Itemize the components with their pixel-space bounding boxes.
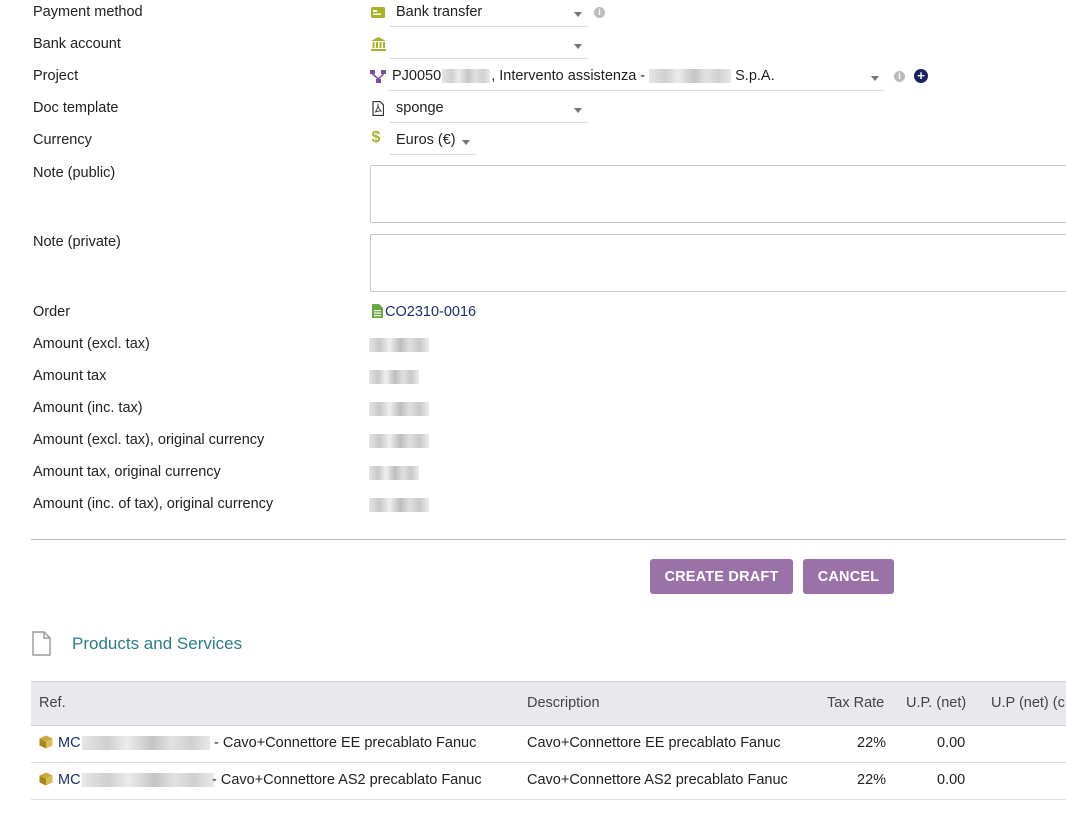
project-selected: PJ0050 , Intervento assistenza - S.p.A. [392,68,775,84]
amount-excl-tax-label: Amount (excl. tax) [33,336,150,352]
column-header-up-net-currency[interactable]: U.P (net) (c [991,695,1065,711]
info-icon[interactable]: i [894,71,905,82]
table-row[interactable]: MC - Cavo+Connettore AS2 precablato Fanu… [31,762,1066,800]
redacted-text [369,370,419,384]
doc-template-selected: sponge [396,100,444,116]
chevron-down-icon [462,140,470,145]
order-document-icon [369,303,385,319]
product-ref-link[interactable]: MC [58,772,215,788]
product-ref-label: - Cavo+Connettore EE precablato Fanuc [214,735,477,751]
product-up-net: 0.00 [937,735,966,751]
product-ref-link[interactable]: MC [58,735,213,751]
amount-inc-tax-orig-label: Amount (inc. of tax), original currency [33,496,274,512]
chevron-down-icon [574,12,582,17]
project-row: Project PJ0050 , Intervento assistenza - S… [0,64,1066,94]
column-header-description[interactable]: Description [527,695,600,711]
product-ref-prefix: MC [58,772,81,788]
product-box-icon [39,735,53,753]
column-header-tax-rate[interactable]: Tax Rate [827,695,884,711]
bank-account-row: Bank account [0,32,1066,62]
amount-inc-tax-label: Amount (inc. tax) [33,400,143,416]
currency-selected: Euros (€) [396,132,456,148]
payment-card-icon [370,4,386,20]
note-private-textarea[interactable] [370,234,1066,292]
bank-account-label: Bank account [33,36,121,52]
pdf-icon [370,100,386,116]
amount-excl-tax-orig-row: Amount (excl. tax), original currency [0,428,1066,458]
info-icon[interactable]: i [594,7,605,18]
doc-template-select[interactable]: sponge [390,96,588,123]
redacted-text [649,69,732,84]
project-company-suffix: S.p.A. [735,68,775,84]
currency-label: Currency [33,132,92,148]
table-header: Ref. Description Tax Rate U.P. (net) U.P… [31,681,1066,726]
redacted-text [369,402,429,416]
payment-method-row: Payment method Bank transfer i [0,0,1066,30]
payment-method-label: Payment method [33,4,143,20]
doc-template-row: Doc template sponge [0,96,1066,126]
bank-account-select[interactable] [390,32,588,59]
order-row: Order CO2310-0016 [0,300,1066,330]
amount-tax-orig-label: Amount tax, original currency [33,464,221,480]
redacted-text [442,69,491,84]
order-label: Order [33,304,71,320]
product-tax-rate: 22% [857,772,887,788]
project-description: , Intervento assistenza - [491,68,646,84]
products-section-title: Products and Services [72,634,243,653]
product-ref-prefix: MC [58,735,81,751]
amount-inc-tax-orig-row: Amount (inc. of tax), original currency [0,492,1066,522]
redacted-text [369,498,429,512]
currency-row: Currency $ Euros (€) [0,128,1066,158]
product-tax-rate: 22% [857,735,887,751]
form-separator [31,539,1066,540]
amount-excl-tax-orig-label: Amount (excl. tax), original currency [33,432,265,448]
redacted-text [81,736,210,751]
order-link[interactable]: CO2310-0016 [385,304,476,320]
payment-method-select[interactable]: Bank transfer [390,0,588,27]
product-ref-label: - Cavo+Connettore AS2 precablato Fanuc [212,772,482,788]
bank-icon [370,36,386,52]
product-description: Cavo+Connettore EE precablato Fanuc [527,735,781,751]
redacted-text [369,434,429,448]
amount-inc-tax-row: Amount (inc. tax) [0,396,1066,426]
note-public-textarea[interactable] [370,165,1066,223]
table-row[interactable]: MC - Cavo+Connettore EE precablato Fanuc… [31,725,1066,763]
chevron-down-icon [574,108,582,113]
project-icon [370,68,386,84]
note-public-label: Note (public) [33,165,116,181]
amount-tax-label: Amount tax [33,368,107,384]
file-icon [32,631,51,659]
dollar-icon: $ [371,129,381,146]
note-private-label: Note (private) [33,234,121,250]
project-label: Project [33,68,79,84]
currency-select[interactable]: Euros (€) [390,128,476,155]
redacted-text [369,466,419,480]
doc-template-label: Doc template [33,100,119,116]
chevron-down-icon [871,76,879,81]
redacted-text [81,773,214,788]
plus-circle-icon[interactable]: + [914,69,928,83]
product-box-icon [39,772,53,790]
amount-tax-orig-row: Amount tax, original currency [0,460,1066,490]
redacted-text [369,338,429,352]
amount-excl-tax-row: Amount (excl. tax) [0,332,1066,362]
product-up-net: 0.00 [937,772,966,788]
column-header-up-net[interactable]: U.P. (net) [906,695,966,711]
cancel-button[interactable]: CANCEL [803,559,894,594]
amount-tax-row: Amount tax [0,364,1066,394]
column-header-ref[interactable]: Ref. [39,695,66,711]
chevron-down-icon [574,44,582,49]
project-code: PJ0050 [392,68,442,84]
payment-method-selected: Bank transfer [396,4,483,20]
project-select[interactable]: PJ0050 , Intervento assistenza - S.p.A. [388,64,884,91]
create-draft-button[interactable]: CREATE DRAFT [650,559,793,594]
product-description: Cavo+Connettore AS2 precablato Fanuc [527,772,788,788]
